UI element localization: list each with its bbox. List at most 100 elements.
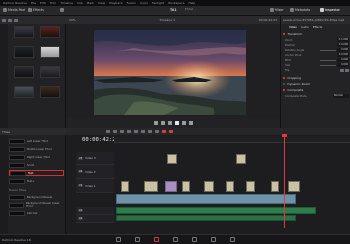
audio-clip[interactable]: [116, 207, 316, 214]
edit-index-icon[interactable]: [60, 8, 64, 12]
effect-item[interactable]: Left Lower Third: [9, 138, 64, 144]
rotation-value[interactable]: 0.000: [337, 48, 349, 52]
timeline-clip[interactable]: [121, 181, 129, 192]
timeline-clip[interactable]: [246, 181, 255, 192]
timeline-clip[interactable]: [165, 181, 177, 192]
track-header-a2[interactable]: A2: [76, 215, 114, 223]
media-pool-toggle[interactable]: Media Pool: [3, 8, 25, 12]
menu-item-fusion[interactable]: Fusion: [127, 1, 137, 5]
media-clip-thumbnail[interactable]: [14, 86, 34, 98]
search-icon[interactable]: [14, 18, 18, 22]
dynamic-zoom-section[interactable]: Dynamic Zoom: [283, 82, 310, 86]
menu-item-file[interactable]: File: [31, 1, 36, 5]
playhead-line[interactable]: [284, 134, 285, 228]
timeline-clip-main[interactable]: [116, 194, 296, 204]
skip-to-start-icon[interactable]: [153, 121, 158, 125]
menu-item-clip[interactable]: Clip: [77, 1, 83, 5]
enabled-indicator-icon[interactable]: [283, 88, 286, 92]
deliver-page-icon[interactable]: [229, 237, 235, 242]
timeline-clip[interactable]: [167, 154, 177, 164]
effect-item[interactable]: Background Reveal Lower Third: [9, 202, 64, 208]
play-icon[interactable]: [174, 121, 179, 125]
effect-item[interactable]: Call Out: [9, 210, 64, 216]
linked-selection-icon[interactable]: [155, 130, 159, 133]
tab-effects[interactable]: Effects: [313, 25, 323, 29]
edit-page-icon[interactable]: [153, 237, 159, 242]
fusion-page-icon[interactable]: [172, 237, 178, 242]
zoom-value[interactable]: X 1.000: [337, 38, 349, 42]
track-header-a1[interactable]: A1: [76, 207, 114, 215]
media-clip-thumbnail[interactable]: [14, 26, 34, 38]
media-clip-thumbnail[interactable]: [40, 26, 60, 38]
position-value[interactable]: X 0.000: [337, 43, 349, 47]
composite-mode-dropdown[interactable]: Normal: [333, 94, 349, 98]
metadata-toggle[interactable]: Metadata: [290, 8, 310, 12]
trim-tool-icon[interactable]: [113, 130, 117, 133]
blade-tool-icon[interactable]: [120, 130, 124, 133]
yaw-value[interactable]: 0.000: [337, 63, 349, 67]
menu-item-trim[interactable]: Trim: [50, 1, 56, 5]
fairlight-page-icon[interactable]: [210, 237, 216, 242]
effect-item-selected[interactable]: Text: [9, 170, 64, 176]
menu-item-fairlight[interactable]: Fairlight: [152, 1, 164, 5]
timeline-clip[interactable]: [226, 181, 234, 192]
snapping-icon[interactable]: [148, 130, 152, 133]
track-header-v3[interactable]: V3 Video 3: [76, 152, 114, 165]
pitch-value[interactable]: 0.000: [337, 58, 349, 62]
media-clip-thumbnail[interactable]: [40, 86, 60, 98]
cropping-section[interactable]: Cropping: [283, 76, 301, 80]
timeline-ruler[interactable]: [114, 137, 350, 143]
viewer-zoom[interactable]: 29%: [69, 18, 76, 22]
stop-icon[interactable]: [167, 121, 172, 125]
media-page-icon[interactable]: [115, 237, 121, 242]
flag-icon[interactable]: [162, 130, 166, 133]
menu-item-view[interactable]: View: [98, 1, 105, 5]
media-clip-thumbnail[interactable]: [40, 46, 60, 58]
bin-list[interactable]: [0, 24, 8, 128]
effect-item[interactable]: Background Reveal: [9, 194, 64, 200]
timeline-clip[interactable]: [271, 181, 279, 192]
flip-buttons[interactable]: [340, 68, 349, 72]
skip-to-end-icon[interactable]: [181, 121, 186, 125]
loop-icon[interactable]: [188, 121, 193, 125]
overwrite-icon[interactable]: [134, 130, 138, 133]
insert-icon[interactable]: [127, 130, 131, 133]
reverse-play-icon[interactable]: [160, 121, 165, 125]
cut-page-icon[interactable]: [134, 237, 140, 242]
track-header-v1[interactable]: V1 Video 1: [76, 179, 114, 193]
effect-item[interactable]: Right Lower Third: [9, 154, 64, 160]
timeline-clip[interactable]: [204, 181, 214, 192]
enabled-indicator-icon[interactable]: [283, 82, 286, 86]
viewer-video-frame[interactable]: [94, 30, 246, 115]
list-view-icon[interactable]: [8, 18, 12, 22]
anchor-value[interactable]: X 0.000: [337, 53, 349, 57]
menu-item-workspace[interactable]: Workspace: [168, 1, 184, 5]
tab-audio[interactable]: Audio: [301, 25, 309, 29]
effects-category-list[interactable]: [0, 135, 8, 234]
rotation-slider[interactable]: [320, 49, 336, 51]
menu-item-mark[interactable]: Mark: [87, 1, 94, 5]
yaw-slider[interactable]: [320, 64, 336, 66]
media-clip-thumbnail[interactable]: [14, 66, 34, 78]
effect-item[interactable]: Scroll: [9, 162, 64, 168]
transform-section[interactable]: Transform: [283, 32, 302, 36]
enabled-indicator-icon[interactable]: [283, 76, 286, 80]
menu-item-playback[interactable]: Playback: [109, 1, 122, 5]
timeline-clip[interactable]: [144, 181, 158, 192]
enabled-indicator-icon[interactable]: [283, 32, 286, 36]
replace-icon[interactable]: [141, 130, 145, 133]
timeline-clip[interactable]: [182, 181, 190, 192]
color-page-icon[interactable]: [191, 237, 197, 242]
inspector-toggle[interactable]: Inspector: [320, 8, 340, 12]
composite-section[interactable]: Composite: [283, 88, 303, 92]
timeline-clip[interactable]: [236, 154, 246, 164]
effect-item[interactable]: Text+: [9, 178, 64, 184]
effect-item[interactable]: Middle Lower Third: [9, 146, 64, 152]
mixer-toggle[interactable]: Mixer: [270, 8, 284, 12]
pitch-slider[interactable]: [320, 59, 336, 61]
tab-video[interactable]: Video: [289, 25, 297, 29]
menu-item-app[interactable]: DaVinci Resolve: [3, 1, 27, 5]
flip-vertical-icon[interactable]: [345, 68, 349, 72]
audio-clip[interactable]: [116, 215, 296, 221]
menu-item-edit[interactable]: Edit: [40, 1, 46, 5]
